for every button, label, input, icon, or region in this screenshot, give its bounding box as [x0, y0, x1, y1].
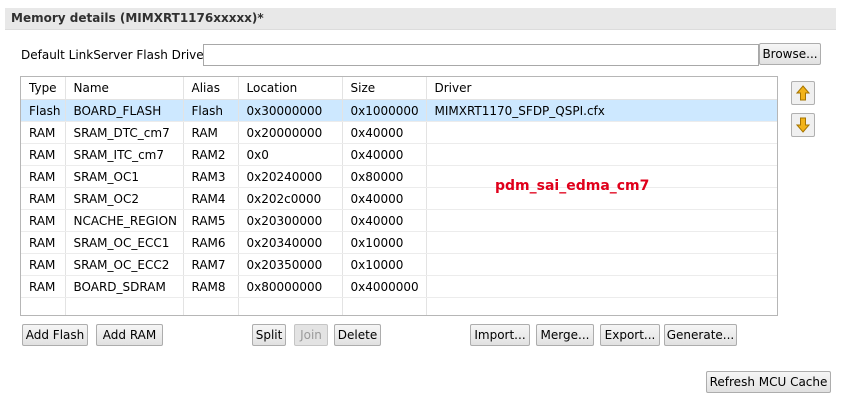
- move-up-button[interactable]: [791, 81, 815, 105]
- move-down-button[interactable]: [791, 113, 815, 137]
- cell-name[interactable]: BOARD_FLASH: [65, 99, 184, 122]
- empty-table-row: [21, 297, 777, 315]
- cell-name[interactable]: BOARD_SDRAM: [65, 275, 184, 298]
- memory-table: Type Name Alias Location Size Driver Fla…: [20, 76, 778, 316]
- table-row[interactable]: RAM SRAM_OC_ECC1 RAM6 0x20340000 0x10000: [21, 231, 777, 254]
- cell-size[interactable]: 0x40000: [342, 187, 427, 210]
- cell-type[interactable]: RAM: [21, 253, 66, 276]
- browse-button[interactable]: Browse...: [759, 43, 821, 65]
- delete-button[interactable]: Delete: [334, 324, 381, 346]
- column-header-name[interactable]: Name: [65, 77, 184, 100]
- cell-location[interactable]: 0x20350000: [238, 253, 343, 276]
- cell-size[interactable]: 0x10000: [342, 253, 427, 276]
- cell-location[interactable]: 0x20240000: [238, 165, 343, 188]
- cell-driver[interactable]: [426, 275, 777, 298]
- import-button[interactable]: Import...: [470, 324, 530, 346]
- table-row[interactable]: RAM SRAM_DTC_cm7 RAM 0x20000000 0x40000: [21, 121, 777, 144]
- cell-size[interactable]: 0x40000: [342, 143, 427, 166]
- cell-type[interactable]: Flash: [21, 99, 66, 122]
- table-row[interactable]: RAM BOARD_SDRAM RAM8 0x80000000 0x400000…: [21, 275, 777, 298]
- cell-location[interactable]: 0x80000000: [238, 275, 343, 298]
- cell-type[interactable]: RAM: [21, 231, 66, 254]
- column-header-size[interactable]: Size: [342, 77, 427, 100]
- cell-alias[interactable]: Flash: [183, 99, 239, 122]
- cell-alias[interactable]: RAM: [183, 121, 239, 144]
- cell-type[interactable]: RAM: [21, 275, 66, 298]
- move-down-arrow-icon: [796, 117, 810, 133]
- merge-button[interactable]: Merge...: [536, 324, 594, 346]
- cell-type[interactable]: RAM: [21, 143, 66, 166]
- table-header-row: Type Name Alias Location Size Driver: [21, 77, 777, 100]
- cell-location[interactable]: 0x0: [238, 143, 343, 166]
- table-row[interactable]: RAM SRAM_OC_ECC2 RAM7 0x20350000 0x10000: [21, 253, 777, 276]
- table-row[interactable]: RAM SRAM_ITC_cm7 RAM2 0x0 0x40000: [21, 143, 777, 166]
- table-row[interactable]: RAM SRAM_OC2 RAM4 0x202c0000 0x40000: [21, 187, 777, 210]
- cell-location[interactable]: 0x20000000: [238, 121, 343, 144]
- cell-driver[interactable]: [426, 231, 777, 254]
- table-row[interactable]: RAM SRAM_OC1 RAM3 0x20240000 0x80000: [21, 165, 777, 188]
- table-row[interactable]: RAM NCACHE_REGION RAM5 0x20300000 0x4000…: [21, 209, 777, 232]
- cell-location[interactable]: 0x30000000: [238, 99, 343, 122]
- cell-size[interactable]: 0x40000: [342, 121, 427, 144]
- cell-name[interactable]: SRAM_OC1: [65, 165, 184, 188]
- cell-type[interactable]: RAM: [21, 209, 66, 232]
- cell-driver[interactable]: [426, 143, 777, 166]
- cell-size[interactable]: 0x10000: [342, 231, 427, 254]
- cell-name[interactable]: NCACHE_REGION: [65, 209, 184, 232]
- split-button[interactable]: Split: [252, 324, 286, 346]
- column-header-alias[interactable]: Alias: [183, 77, 239, 100]
- cell-location[interactable]: 0x202c0000: [238, 187, 343, 210]
- table-row[interactable]: Flash BOARD_FLASH Flash 0x30000000 0x100…: [21, 99, 777, 122]
- cell-size[interactable]: 0x1000000: [342, 99, 427, 122]
- cell-location[interactable]: 0x20300000: [238, 209, 343, 232]
- cell-alias[interactable]: RAM3: [183, 165, 239, 188]
- cell-name[interactable]: SRAM_OC_ECC2: [65, 253, 184, 276]
- cell-location[interactable]: 0x20340000: [238, 231, 343, 254]
- cell-alias[interactable]: RAM6: [183, 231, 239, 254]
- cell-driver[interactable]: [426, 121, 777, 144]
- cell-size[interactable]: 0x40000: [342, 209, 427, 232]
- memory-details-header: Memory details (MIMXRT1176xxxxx)*: [5, 8, 836, 30]
- add-ram-button[interactable]: Add RAM: [96, 324, 163, 346]
- overlay-annotation-text: pdm_sai_edma_cm7: [495, 178, 650, 194]
- cell-type[interactable]: RAM: [21, 121, 66, 144]
- cell-driver[interactable]: [426, 209, 777, 232]
- flash-driver-input[interactable]: [203, 44, 759, 66]
- refresh-mcu-cache-button[interactable]: Refresh MCU Cache: [706, 371, 831, 393]
- cell-name[interactable]: SRAM_OC_ECC1: [65, 231, 184, 254]
- column-header-location[interactable]: Location: [238, 77, 343, 100]
- column-header-type[interactable]: Type: [21, 77, 66, 100]
- move-up-arrow-icon: [796, 85, 810, 101]
- cell-type[interactable]: RAM: [21, 187, 66, 210]
- cell-name[interactable]: SRAM_ITC_cm7: [65, 143, 184, 166]
- export-button[interactable]: Export...: [600, 324, 660, 346]
- cell-alias[interactable]: RAM7: [183, 253, 239, 276]
- cell-alias[interactable]: RAM2: [183, 143, 239, 166]
- cell-alias[interactable]: RAM4: [183, 187, 239, 210]
- column-header-driver[interactable]: Driver: [426, 77, 777, 100]
- cell-alias[interactable]: RAM8: [183, 275, 239, 298]
- flash-driver-label: Default LinkServer Flash Driver: [21, 48, 209, 62]
- join-button[interactable]: Join: [294, 324, 328, 346]
- cell-size[interactable]: 0x4000000: [342, 275, 427, 298]
- cell-name[interactable]: SRAM_OC2: [65, 187, 184, 210]
- cell-driver[interactable]: [426, 253, 777, 276]
- cell-alias[interactable]: RAM5: [183, 209, 239, 232]
- cell-name[interactable]: SRAM_DTC_cm7: [65, 121, 184, 144]
- cell-driver[interactable]: MIMXRT1170_SFDP_QSPI.cfx: [426, 99, 777, 122]
- section-title: Memory details (MIMXRT1176xxxxx)*: [11, 11, 264, 25]
- cell-size[interactable]: 0x80000: [342, 165, 427, 188]
- cell-type[interactable]: RAM: [21, 165, 66, 188]
- add-flash-button[interactable]: Add Flash: [22, 324, 88, 346]
- generate-button[interactable]: Generate...: [664, 324, 737, 346]
